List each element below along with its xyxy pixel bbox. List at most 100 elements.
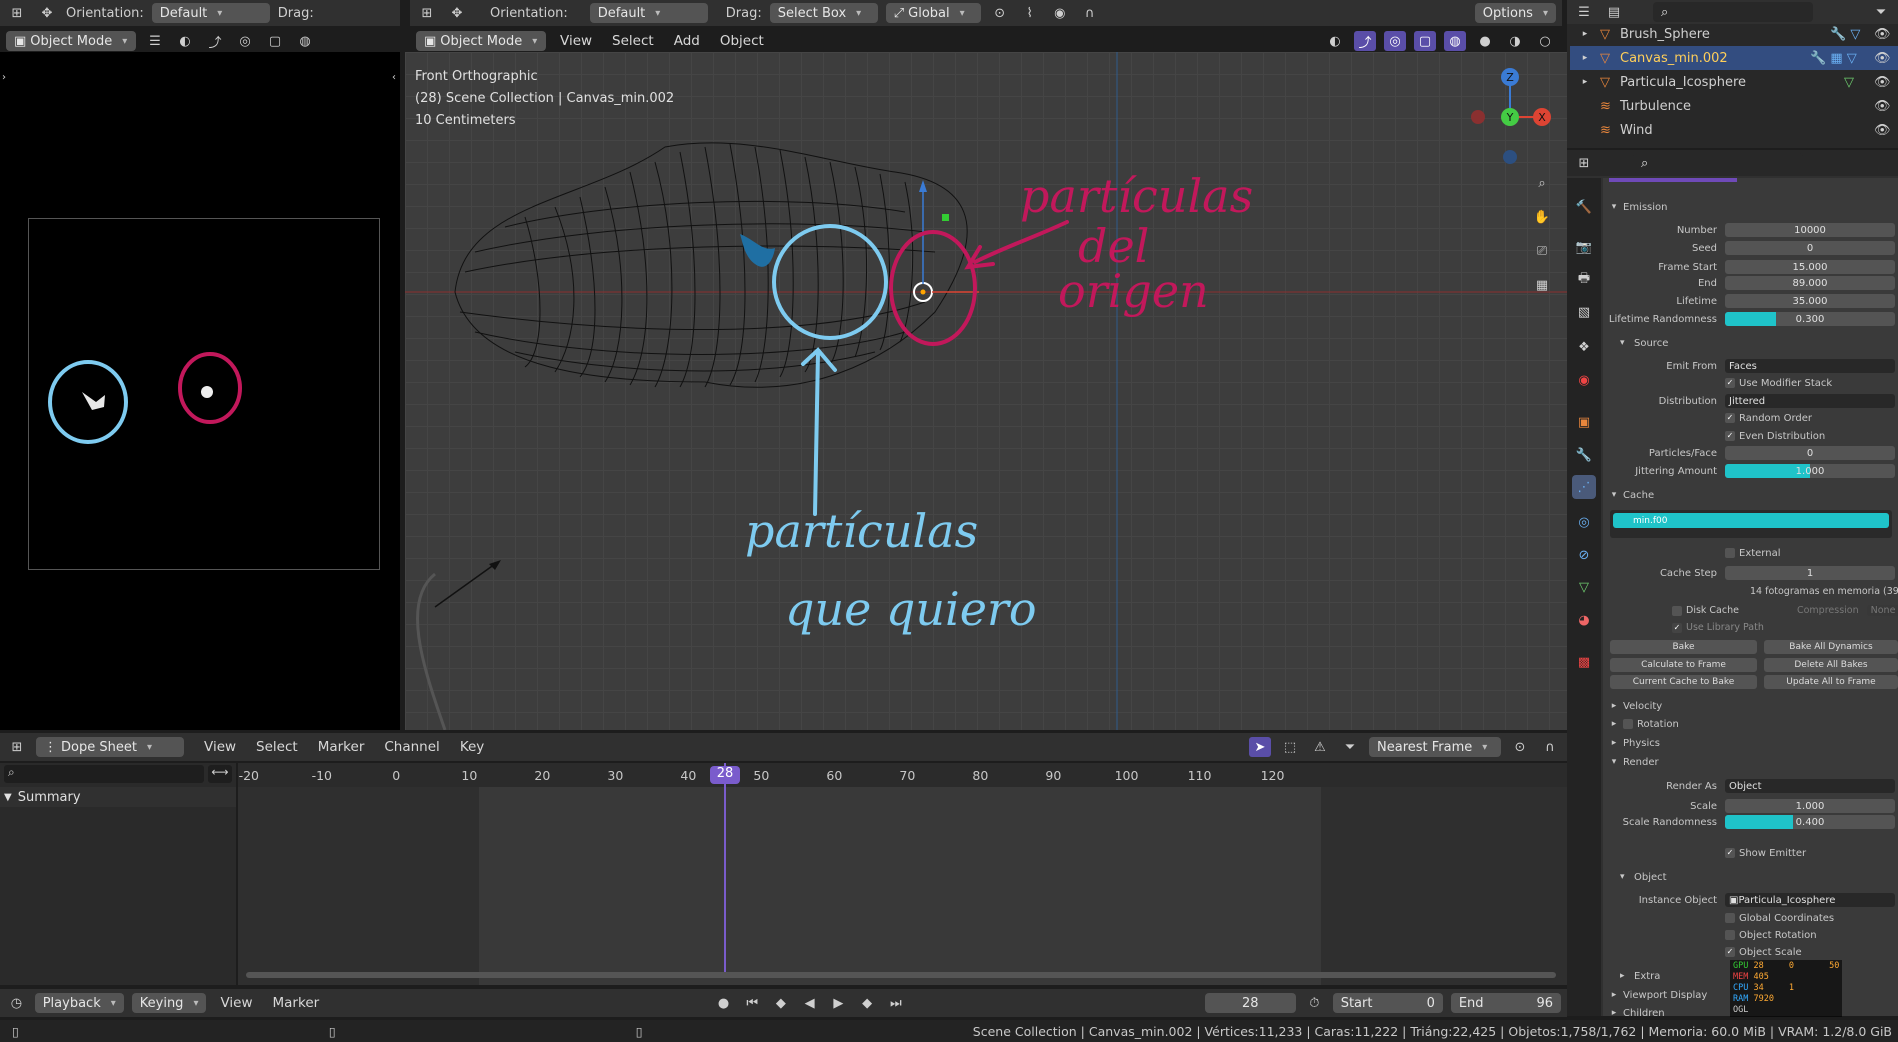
snap-dropdown[interactable]: Nearest Frame — [1369, 737, 1501, 757]
render-tab-icon[interactable]: 📷 — [1572, 235, 1596, 259]
instance-object-field[interactable]: ▣ Particula_Icosphere — [1725, 893, 1895, 907]
menu-add[interactable]: Add — [668, 33, 706, 49]
scale-random-slider[interactable]: 0.400 — [1725, 815, 1895, 829]
editor-type-icon[interactable]: ◷ — [6, 993, 27, 1013]
main-viewport[interactable]: Front Orthographic (28) Scene Collection… — [405, 52, 1567, 730]
object-scale-row[interactable]: ✓ Object Scale — [1605, 944, 1895, 960]
current-frame-field[interactable]: 28 — [1204, 993, 1296, 1013]
physics-tab-icon[interactable]: ◎ — [1572, 510, 1596, 534]
eye-icon[interactable]: 👁 — [1874, 51, 1898, 66]
dopesheet-menu-channel[interactable]: Channel — [378, 739, 445, 755]
properties-editor-icon[interactable]: ⊞ — [1573, 153, 1595, 173]
disk-cache-row[interactable]: Disk Cache Compression None — [1672, 605, 1898, 616]
keying-dropdown[interactable]: Keying — [131, 993, 207, 1013]
properties-search-field[interactable]: ⌕ — [1633, 153, 1803, 173]
jump-keyframe-back-icon[interactable]: ◆ — [771, 993, 792, 1013]
object-rotation-checkbox[interactable] — [1725, 929, 1735, 940]
dopesheet-menu-key[interactable]: Key — [454, 739, 490, 755]
bake-button[interactable]: Bake — [1610, 640, 1757, 654]
world-tab-icon[interactable]: ◉ — [1572, 368, 1596, 392]
outliner-row-3[interactable]: ≋ Turbulence 👁 — [1570, 94, 1898, 118]
rotation-checkbox[interactable] — [1623, 719, 1633, 729]
calculate-to-frame-button[interactable]: Calculate to Frame — [1610, 658, 1757, 672]
random-order-checkbox[interactable]: ✓ — [1725, 412, 1735, 423]
render-section-header[interactable]: ▾ Render — [1605, 754, 1898, 770]
eye-icon[interactable]: 👁 — [1874, 75, 1898, 90]
view-layer-tab-icon[interactable]: ▧ — [1572, 300, 1596, 324]
outliner-row-1[interactable]: ▸ ▽ Canvas_min.002 🔧 ▦ ▽ 👁 — [1570, 46, 1898, 70]
proportional-icon[interactable]: ⊙ — [1509, 737, 1531, 757]
texture-tab-icon[interactable]: ▩ — [1572, 650, 1596, 674]
distribution-dropdown[interactable]: Jittered — [1725, 394, 1895, 408]
object-section-header[interactable]: ▾ Object — [1620, 869, 1898, 885]
bake-all-dynamics-button[interactable]: Bake All Dynamics — [1764, 640, 1898, 654]
summary-channel[interactable]: ▼ Summary — [0, 787, 236, 807]
dopesheet-search[interactable]: ⌕ — [4, 765, 204, 783]
physics-section-header[interactable]: ▸ Physics — [1605, 735, 1898, 751]
menu-icon[interactable]: ☰ — [144, 31, 166, 51]
eye-icon[interactable]: 👁 — [1874, 99, 1898, 114]
playhead-frame[interactable]: 28 — [710, 766, 740, 784]
record-icon[interactable]: ● — [713, 993, 734, 1013]
object-tab-icon[interactable]: ▣ — [1572, 410, 1596, 434]
end-frame-field[interactable]: End 96 — [1450, 993, 1561, 1013]
disk-cache-checkbox[interactable] — [1672, 605, 1682, 616]
emit-from-dropdown[interactable]: Faces — [1725, 359, 1895, 373]
global-coords-checkbox[interactable] — [1725, 912, 1735, 923]
particles-tab-icon[interactable]: ⋰ — [1572, 475, 1596, 499]
scale-field[interactable]: 1.000 — [1725, 799, 1895, 813]
visibility-icon[interactable]: ◐ — [1324, 31, 1346, 51]
rotation-section-header[interactable]: ▸ Rotation — [1605, 716, 1898, 732]
snap-icon[interactable]: ⌇ — [1019, 3, 1041, 23]
overlay-toggle-icon[interactable]: ◎ — [1384, 31, 1406, 51]
jump-keyframe-forward-icon[interactable]: ◆ — [857, 993, 878, 1013]
solid-shading-icon[interactable]: ● — [1474, 31, 1496, 51]
dopesheet-menu-select[interactable]: Select — [250, 739, 304, 755]
orientation-dropdown[interactable]: Default — [589, 3, 708, 23]
xray-toggle-icon[interactable]: ▢ — [1414, 31, 1436, 51]
pivot-icon[interactable]: ⊙ — [989, 3, 1011, 23]
cache-section-header[interactable]: ▾ Cache — [1605, 487, 1898, 503]
constraints-tab-icon[interactable]: ⊘ — [1572, 543, 1596, 567]
outliner-editor-icon[interactable]: ☰ — [1573, 2, 1595, 22]
timeline-menu-view[interactable]: View — [214, 995, 258, 1011]
proportional-edit-icon[interactable]: ◉ — [1049, 3, 1071, 23]
editor-type-icon[interactable]: ⊞ — [416, 3, 438, 23]
object-rotation-row[interactable]: Object Rotation — [1605, 927, 1895, 943]
expand-arrow-icon[interactable]: ‹ — [392, 72, 396, 83]
transform-gizmo-icon[interactable]: ✥ — [446, 3, 468, 23]
gizmo-toggle-icon[interactable]: ⤴ — [1354, 31, 1376, 51]
select-box-icon[interactable]: ⬚ — [1279, 737, 1301, 757]
navigation-gizmo[interactable]: Z Y X — [1455, 62, 1565, 172]
drag-dropdown[interactable]: Select Box — [769, 3, 878, 23]
dopesheet-timeline-area[interactable]: -20 -10 0 10 20 30 40 50 60 70 80 90 100 110 120 28 — [238, 763, 1567, 985]
swap-icon[interactable]: ⟷ — [208, 765, 232, 783]
particles-face-field[interactable]: 0 — [1725, 446, 1895, 460]
object-mode-dropdown[interactable]: ▣ Object Mode — [6, 31, 136, 51]
outliner-row-0[interactable]: ▸ ▽ Brush_Sphere 🔧 ▽ 👁 — [1570, 22, 1898, 46]
use-library-path-row[interactable]: ✓ Use Library Path — [1672, 622, 1764, 633]
visibility-icon[interactable]: ◐ — [174, 31, 196, 51]
play-icon[interactable]: ▶ — [828, 993, 849, 1013]
select-cursor-icon[interactable]: ➤ — [1249, 737, 1271, 757]
lifetime-random-slider[interactable]: 0.300 — [1725, 312, 1895, 326]
warning-icon[interactable]: ⚠ — [1309, 737, 1331, 757]
menu-view[interactable]: View — [554, 33, 598, 49]
preview-range-icon[interactable]: ⏱ — [1304, 993, 1325, 1013]
overlay-icon[interactable]: ◎ — [234, 31, 256, 51]
options-dropdown[interactable]: Options — [1474, 3, 1556, 23]
tool-tab-icon[interactable]: 🔨 — [1572, 195, 1596, 219]
material-shading-icon[interactable]: ◑ — [1504, 31, 1526, 51]
data-tab-icon[interactable]: ▽ — [1572, 575, 1596, 599]
number-field[interactable]: 10000 — [1725, 223, 1895, 237]
editor-type-icon[interactable]: ⊞ — [6, 3, 28, 23]
start-frame-field[interactable]: Start 0 — [1332, 993, 1443, 1013]
play-reverse-icon[interactable]: ◀ — [799, 993, 820, 1013]
scene-tab-icon[interactable]: ❖ — [1572, 335, 1596, 359]
horizontal-scrollbar[interactable] — [246, 972, 1556, 978]
outliner-search-field[interactable]: ⌕ — [1653, 2, 1813, 22]
jitter-slider[interactable]: 1.000 — [1725, 464, 1895, 478]
outliner-row-4[interactable]: ≋ Wind 👁 — [1570, 118, 1898, 142]
outliner-row-2[interactable]: ▸ ▽ Particula_Icosphere ▽ 👁 — [1570, 70, 1898, 94]
cache-list-item[interactable]: min.f00 — [1613, 513, 1889, 528]
